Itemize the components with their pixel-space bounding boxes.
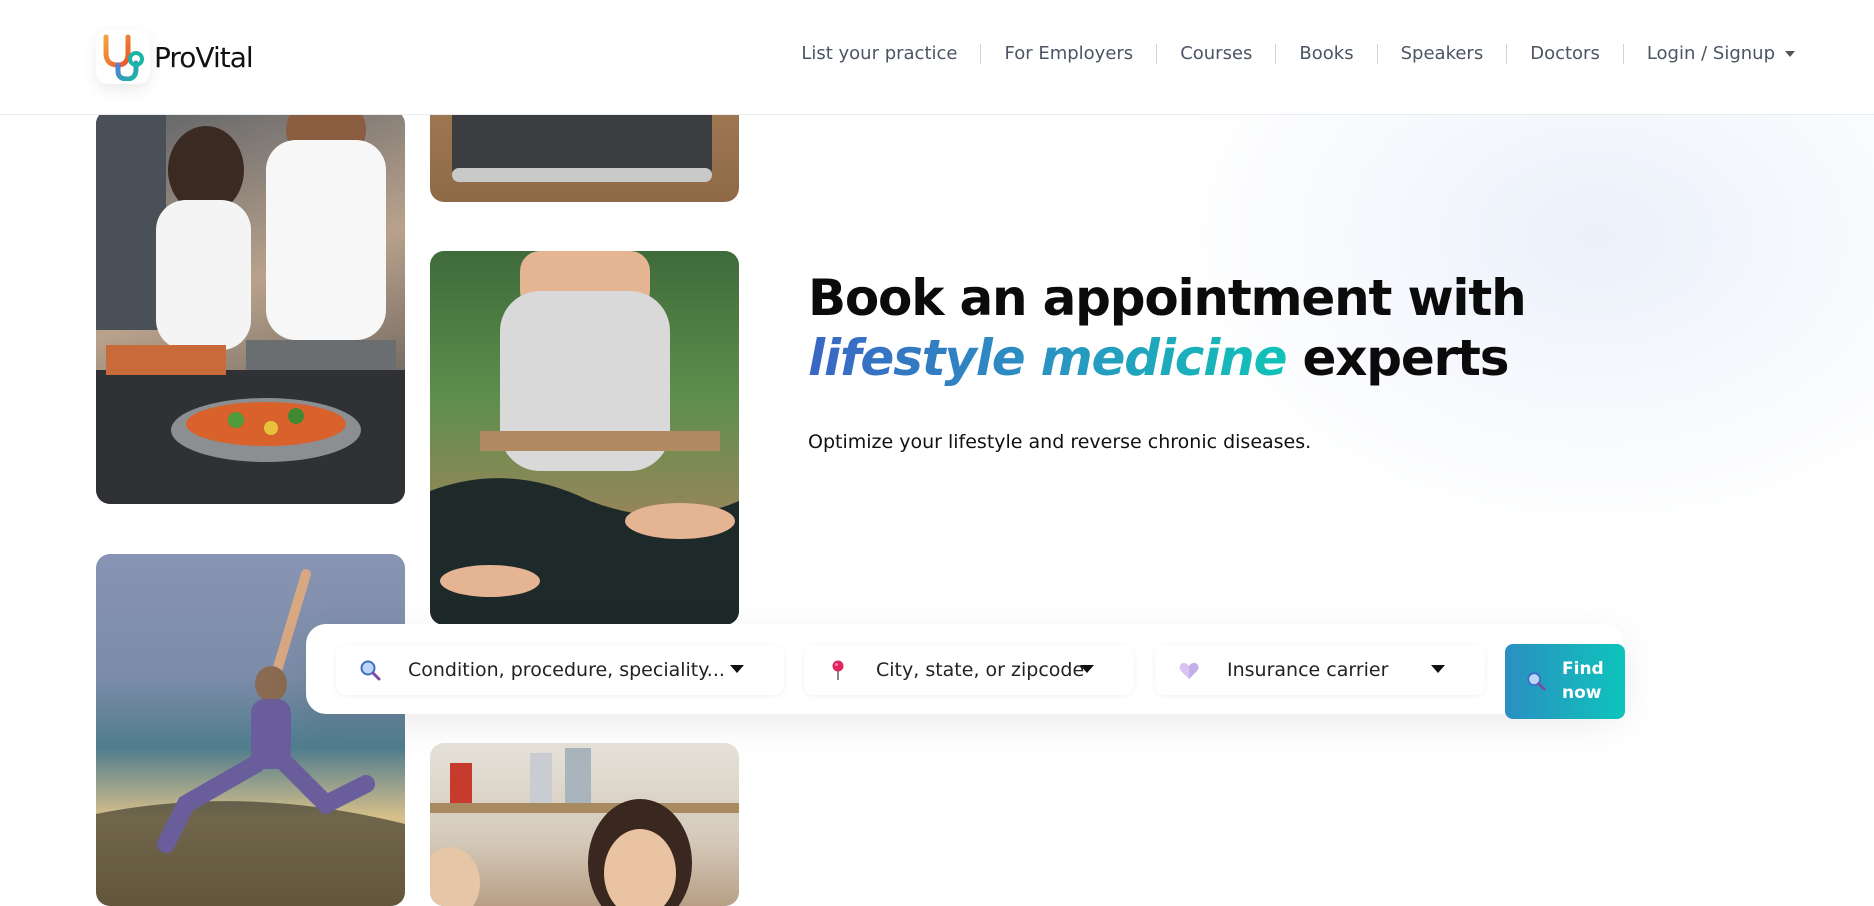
photo-beach-yoga <box>96 554 405 906</box>
photo-kitchen-friends <box>430 743 739 906</box>
nav-books[interactable]: Books <box>1275 44 1376 64</box>
stethoscope-logo-icon <box>96 30 150 84</box>
nav-list-your-practice[interactable]: List your practice <box>778 44 980 64</box>
heart-icon <box>1179 662 1199 679</box>
nav-speakers[interactable]: Speakers <box>1376 44 1507 64</box>
nav-doctors[interactable]: Doctors <box>1506 44 1623 64</box>
caret-down-icon <box>1080 665 1094 673</box>
insurance-placeholder: Insurance carrier <box>1227 659 1389 681</box>
find-now-label: Find now <box>1562 659 1604 703</box>
nav-courses[interactable]: Courses <box>1156 44 1275 64</box>
pin-icon <box>832 660 844 680</box>
photo-cooking-couple <box>96 110 405 504</box>
nav-for-employers[interactable]: For Employers <box>980 44 1156 64</box>
condition-dropdown[interactable]: Condition, procedure, speciality... <box>336 645 784 695</box>
condition-placeholder: Condition, procedure, speciality... <box>408 659 725 681</box>
photo-yoga-meditation <box>430 251 739 625</box>
nav-login-label: Login / Signup <box>1646 43 1775 64</box>
magnifier-icon <box>1527 672 1546 691</box>
location-placeholder: City, state, or zipcode <box>876 659 1085 681</box>
hero-title: Book an appointment with lifestyle medic… <box>808 268 1527 388</box>
magnifier-icon <box>360 660 381 681</box>
hero-title-accent: lifestyle medicine <box>808 329 1287 387</box>
location-dropdown[interactable]: City, state, or zipcode <box>804 645 1134 695</box>
caret-down-icon <box>1431 665 1445 673</box>
find-now-button[interactable]: Find now <box>1505 644 1625 719</box>
hero-title-line1: Book an appointment with <box>808 269 1527 327</box>
nav-login-signup[interactable]: Login / Signup <box>1622 43 1818 64</box>
main-nav: List your practice For Employers Courses… <box>778 44 1818 64</box>
hero-subtitle: Optimize your lifestyle and reverse chro… <box>808 431 1312 453</box>
brand-name: ProVital <box>154 40 254 74</box>
hero-title-end: experts <box>1286 329 1509 387</box>
caret-down-icon <box>1785 51 1795 57</box>
caret-down-icon <box>730 665 744 673</box>
insurance-dropdown[interactable]: Insurance carrier <box>1155 645 1485 695</box>
site-header: ProVital List your practice For Employer… <box>0 0 1874 115</box>
brand-logo[interactable]: ProVital <box>96 30 254 84</box>
search-bar: Condition, procedure, speciality... City… <box>306 624 1625 719</box>
